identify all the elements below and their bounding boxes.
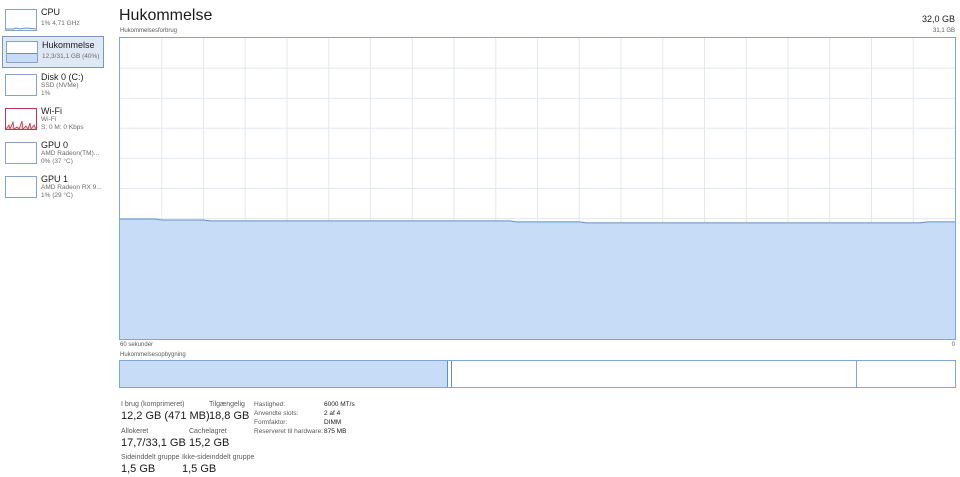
composition-standby-segment[interactable] [453,361,857,387]
performance-sidebar: CPU 1% 4,71 GHz Hukommelse 12,3/31,1 GB … [0,0,106,477]
speed-value: 6000 MT/s [324,401,355,408]
sidebar-item-memory[interactable]: Hukommelse 12,3/31,1 GB (40%) [2,36,104,68]
memory-usage-chart [120,38,955,339]
reserved-value: 875 MB [324,428,347,435]
sidebar-item-label: Hukommelse [42,40,95,50]
gpu-mini-graph-icon [5,142,37,164]
cached-label: Cachelagret [189,428,227,435]
sidebar-item-label: GPU 1 [41,174,69,184]
sidebar-item-detail: 1% (29 °C) [41,192,73,199]
cpu-mini-graph-icon [5,9,37,31]
sidebar-item-gpu1[interactable]: GPU 1 AMD Radeon RX 9... 1% (29 °C) [2,171,104,203]
committed-label: Allokeret [121,428,149,435]
in-use-value: 12,2 GB (471 MB) [121,410,210,422]
composition-title: Hukommelsesopbygning [120,352,186,358]
graph-title: Hukommelsesforbrug [120,28,178,34]
sidebar-item-detail: 0% (37 °C) [41,158,73,165]
total-memory-value: 32,0 GB [921,14,955,24]
sidebar-item-detail: 12,3/31,1 GB (40%) [42,53,100,60]
sidebar-item-cpu[interactable]: CPU 1% 4,71 GHz [2,4,104,36]
sidebar-item-detail: Wi-Fi [41,116,57,123]
memory-usage-area [120,219,955,339]
slots-label: Anvendte slots: [254,410,299,417]
memory-mini-graph-icon [6,41,38,63]
reserved-label: Reserveret til hardware: [254,428,323,435]
sidebar-item-detail: SSD (NVMe) [41,82,79,89]
sidebar-item-detail: S: 0 M: 0 Kbps [41,124,84,131]
sidebar-item-detail: AMD Radeon(TM)... [41,150,100,157]
sidebar-item-detail: 1% 4,71 GHz [41,20,80,27]
composition-modified-segment[interactable] [449,361,452,387]
sidebar-item-disk0[interactable]: Disk 0 (C:) SSD (NVMe) 1% [2,69,104,101]
form-factor-label: Formfaktor: [254,419,288,426]
form-factor-value: DIMM [324,419,342,426]
cached-value: 15,2 GB [189,437,230,449]
nonpaged-pool-label: Ikke-sideinddelt gruppe [182,454,255,461]
nonpaged-pool-value: 1,5 GB [182,463,217,475]
memory-usage-graph [119,37,956,340]
committed-value: 17,7/33,1 GB [121,437,186,449]
speed-label: Hastighed: [254,401,286,408]
slots-value: 2 af 4 [324,410,341,417]
sidebar-item-label: Disk 0 (C:) [41,72,84,82]
sidebar-item-wifi[interactable]: Wi-Fi Wi-Fi S: 0 M: 0 Kbps [2,103,104,135]
memory-composition-bar[interactable] [119,360,956,388]
sidebar-item-label: Wi-Fi [41,106,62,116]
sidebar-item-gpu0[interactable]: GPU 0 AMD Radeon(TM)... 0% (37 °C) [2,137,104,169]
sidebar-item-label: GPU 0 [41,140,69,150]
available-value: 18,8 GB [209,410,250,422]
graph-max-label: 31,1 GB [932,28,955,34]
available-label: Tilgængelig [209,401,245,408]
gpu-mini-graph-icon [5,176,37,198]
in-use-label: I brug (komprimeret) [121,401,185,408]
paged-pool-label: Sideinddelt gruppe [121,454,180,461]
page-title: Hukommelse [119,7,213,24]
disk-mini-graph-icon [5,74,37,96]
sidebar-item-detail: AMD Radeon RX 9... [41,184,102,191]
graph-zero-label: 0 [951,342,955,348]
graph-time-label: 60 sekunder [120,342,154,348]
sidebar-item-detail: 1% [41,90,51,97]
composition-free-segment[interactable] [858,361,955,387]
wifi-mini-graph-icon [5,108,37,130]
composition-in-use-segment[interactable] [120,361,448,387]
sidebar-item-label: CPU [41,7,61,17]
paged-pool-value: 1,5 GB [121,463,156,475]
